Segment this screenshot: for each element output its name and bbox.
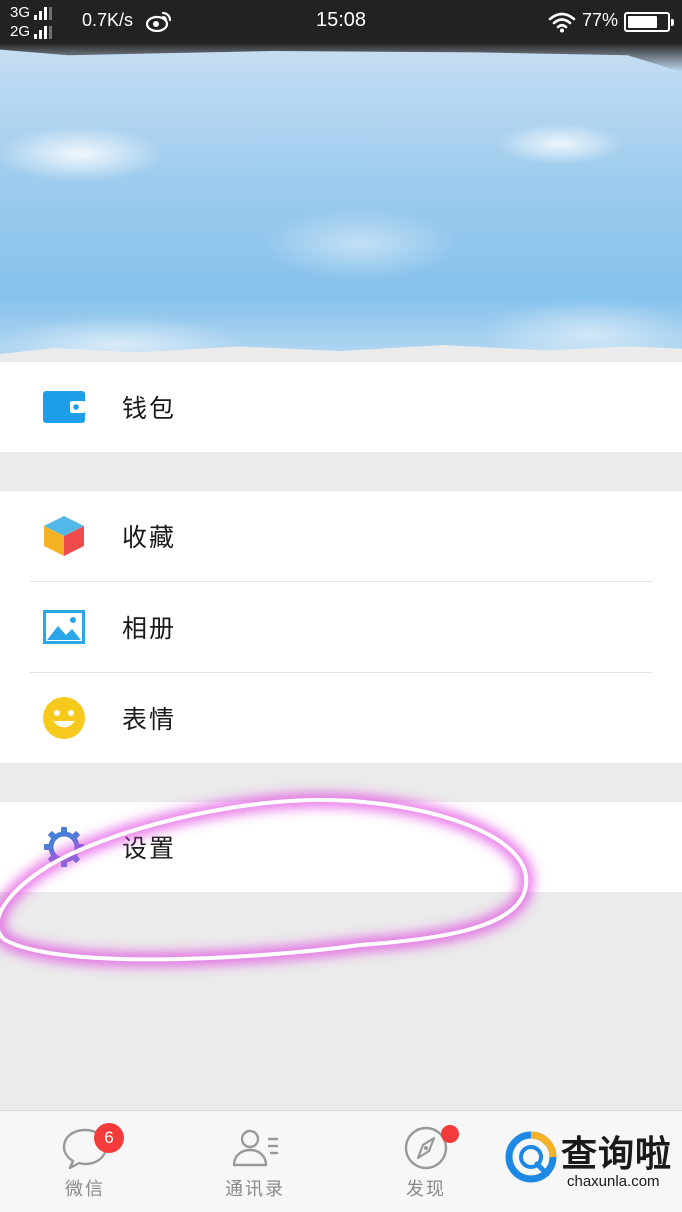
tab-label: 通讯录 xyxy=(225,1179,285,1200)
tab-contacts[interactable]: 通讯录 xyxy=(195,1111,315,1212)
cube-icon xyxy=(42,514,86,558)
menu-item-label: 钱包 xyxy=(122,394,177,423)
battery-percentage: 77% xyxy=(582,10,619,30)
picture-icon xyxy=(42,605,86,649)
compass-icon xyxy=(401,1125,459,1171)
profile-header-background xyxy=(0,44,682,360)
notification-dot xyxy=(441,1125,459,1143)
menu-item-wallet[interactable]: 钱包 xyxy=(0,362,682,452)
wifi-icon xyxy=(548,12,576,33)
menu-item-favorites[interactable]: 收藏 xyxy=(0,491,682,581)
clock: 15:08 xyxy=(315,9,367,31)
unread-badge: 6 xyxy=(94,1123,124,1153)
menu-item-settings[interactable]: 设置 xyxy=(0,802,682,892)
menu-group-media: 收藏 相册 表情 xyxy=(0,491,682,763)
menu-item-album[interactable]: 相册 xyxy=(0,582,682,672)
contacts-icon xyxy=(230,1125,280,1171)
status-bar: 3G 2G 0.7K/s 15:08 77% xyxy=(0,0,682,44)
menu-item-label: 设置 xyxy=(122,834,177,863)
tab-discover[interactable]: 发现 xyxy=(366,1111,486,1212)
wallet-icon xyxy=(42,385,86,429)
battery-icon xyxy=(624,12,674,32)
menu-item-stickers[interactable]: 表情 xyxy=(0,673,682,763)
watermark: 查询啦 chaxunla.com xyxy=(505,1125,677,1205)
smiley-icon xyxy=(42,696,86,740)
menu-group-wallet: 钱包 xyxy=(0,362,682,452)
menu-item-label: 收藏 xyxy=(122,523,177,552)
tab-chats[interactable]: 6 微信 xyxy=(25,1111,145,1212)
watermark-logo-icon xyxy=(505,1131,557,1183)
watermark-title: 查询啦 xyxy=(561,1134,673,1175)
tab-label: 发现 xyxy=(406,1179,446,1200)
chat-bubble-icon: 6 xyxy=(60,1123,124,1171)
menu-group-settings: 设置 xyxy=(0,802,682,892)
menu-item-label: 相册 xyxy=(122,614,177,643)
menu-item-label: 表情 xyxy=(122,705,177,734)
gear-icon xyxy=(42,825,86,869)
tab-label: 微信 xyxy=(65,1179,105,1200)
watermark-url: chaxunla.com xyxy=(567,1173,660,1190)
